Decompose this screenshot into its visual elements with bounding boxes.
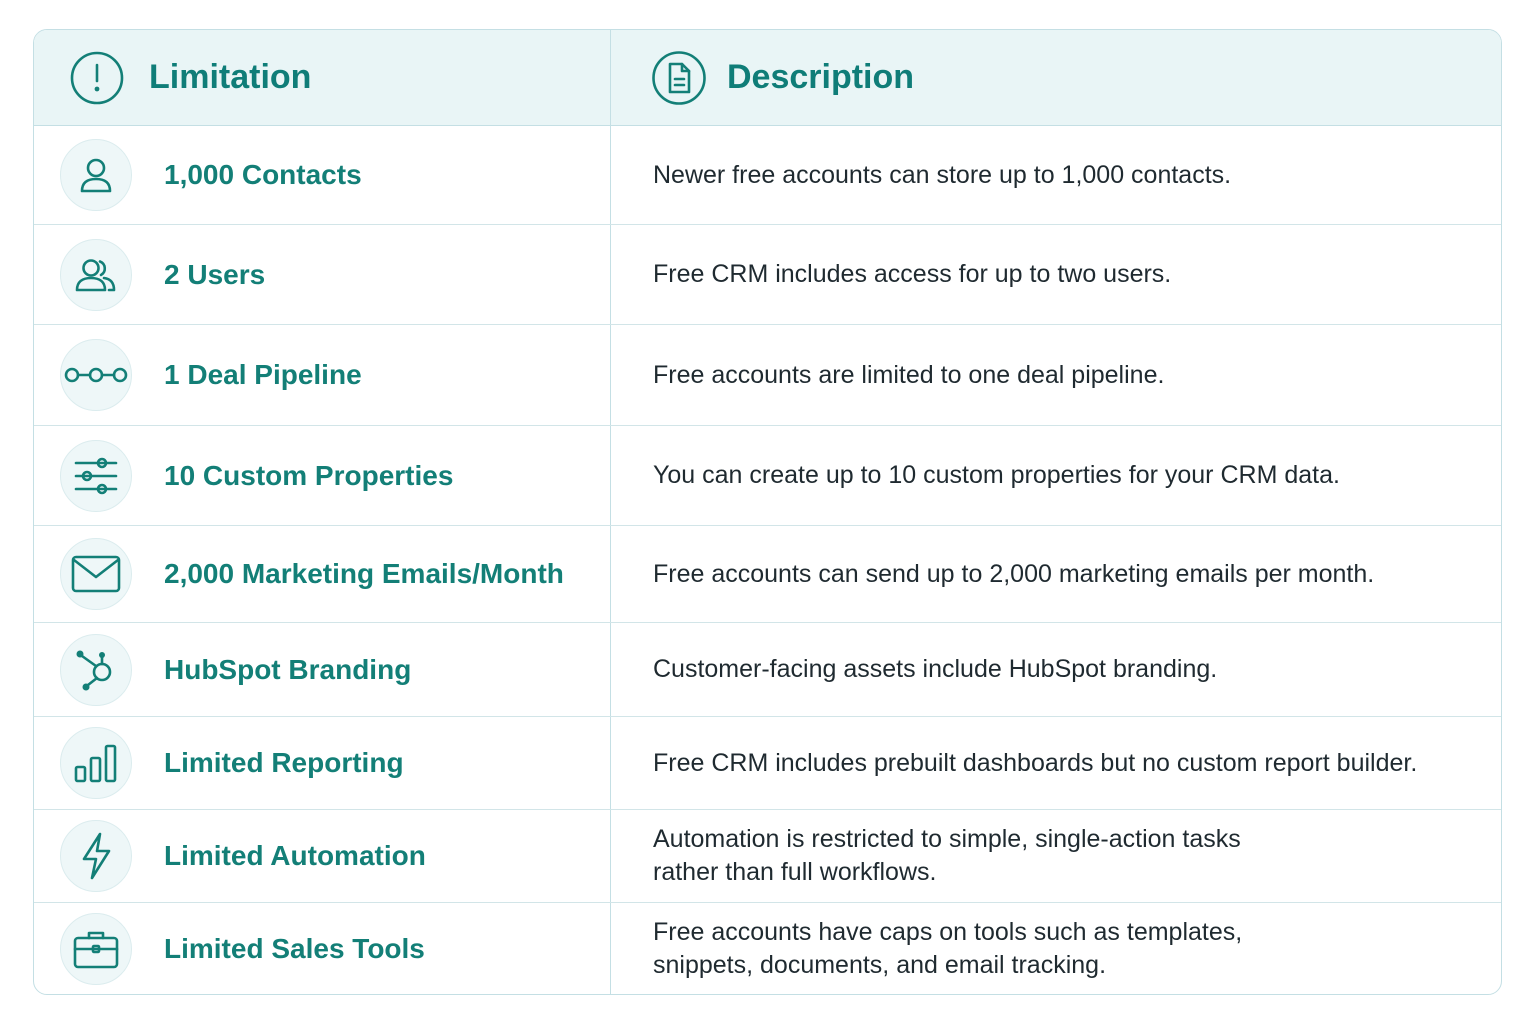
header-limitation-label: Limitation bbox=[149, 58, 312, 96]
description-text: Free CRM includes prebuilt dashboards bu… bbox=[653, 748, 1418, 777]
description-text: Free accounts can send up to 2,000 marke… bbox=[653, 559, 1375, 588]
briefcase-icon bbox=[60, 913, 132, 985]
description-text: Free CRM includes access for up to two u… bbox=[653, 260, 1172, 288]
limitation-label: HubSpot Branding bbox=[164, 653, 412, 685]
limitations-table: Limitation Description 1,000 Contacts Ne… bbox=[33, 29, 1502, 995]
table-row: 2 Users Free CRM includes access for up … bbox=[34, 225, 1501, 325]
description-text: Customer-facing assets include HubSpot b… bbox=[653, 655, 1218, 683]
users-icon bbox=[60, 238, 132, 311]
description-text: Automation is restricted to simple, sing… bbox=[653, 825, 1241, 886]
limitation-label: 1,000 Contacts bbox=[164, 159, 362, 190]
hubspot-icon bbox=[60, 633, 132, 706]
table-row: Limited Reporting Free CRM includes preb… bbox=[34, 717, 1501, 810]
description-text: Free accounts are limited to one deal pi… bbox=[653, 360, 1165, 389]
limitation-label: 10 Custom Properties bbox=[164, 459, 454, 491]
description-text: Newer free accounts can store up to 1,00… bbox=[653, 160, 1232, 189]
user-icon bbox=[60, 139, 132, 211]
pipeline-icon bbox=[60, 339, 132, 411]
limitation-label: Limited Reporting bbox=[164, 747, 404, 778]
header-limitation-cell: Limitation bbox=[34, 30, 611, 125]
header-description-label: Description bbox=[727, 58, 915, 96]
table-row: 10 Custom Properties You can create up t… bbox=[34, 426, 1501, 526]
limitation-label: 2 Users bbox=[164, 258, 266, 290]
table-row: HubSpot Branding Customer-facing assets … bbox=[34, 623, 1501, 717]
table-row: 2,000 Marketing Emails/Month Free accoun… bbox=[34, 526, 1501, 623]
description-text: Free accounts have caps on tools such as… bbox=[653, 918, 1243, 979]
mail-icon bbox=[60, 538, 132, 610]
description-text: You can create up to 10 custom propertie… bbox=[653, 461, 1340, 489]
header-description-cell: Description bbox=[611, 30, 1501, 125]
document-icon bbox=[651, 50, 707, 106]
limitation-label: Limited Automation bbox=[164, 840, 426, 871]
lightning-icon bbox=[60, 820, 132, 892]
table-header: Limitation Description bbox=[34, 30, 1501, 126]
limitation-label: 1 Deal Pipeline bbox=[164, 359, 362, 390]
bar-chart-icon bbox=[60, 727, 132, 799]
table-row: 1 Deal Pipeline Free accounts are limite… bbox=[34, 325, 1501, 426]
table-row: 1,000 Contacts Newer free accounts can s… bbox=[34, 126, 1501, 225]
sliders-icon bbox=[60, 439, 132, 512]
limitation-label: Limited Sales Tools bbox=[164, 933, 425, 964]
limitation-label: 2,000 Marketing Emails/Month bbox=[164, 558, 564, 589]
exclamation-circle-icon bbox=[69, 50, 125, 106]
table-row: Limited Automation Automation is restric… bbox=[34, 810, 1501, 903]
table-row: Limited Sales Tools Free accounts have c… bbox=[34, 903, 1501, 994]
